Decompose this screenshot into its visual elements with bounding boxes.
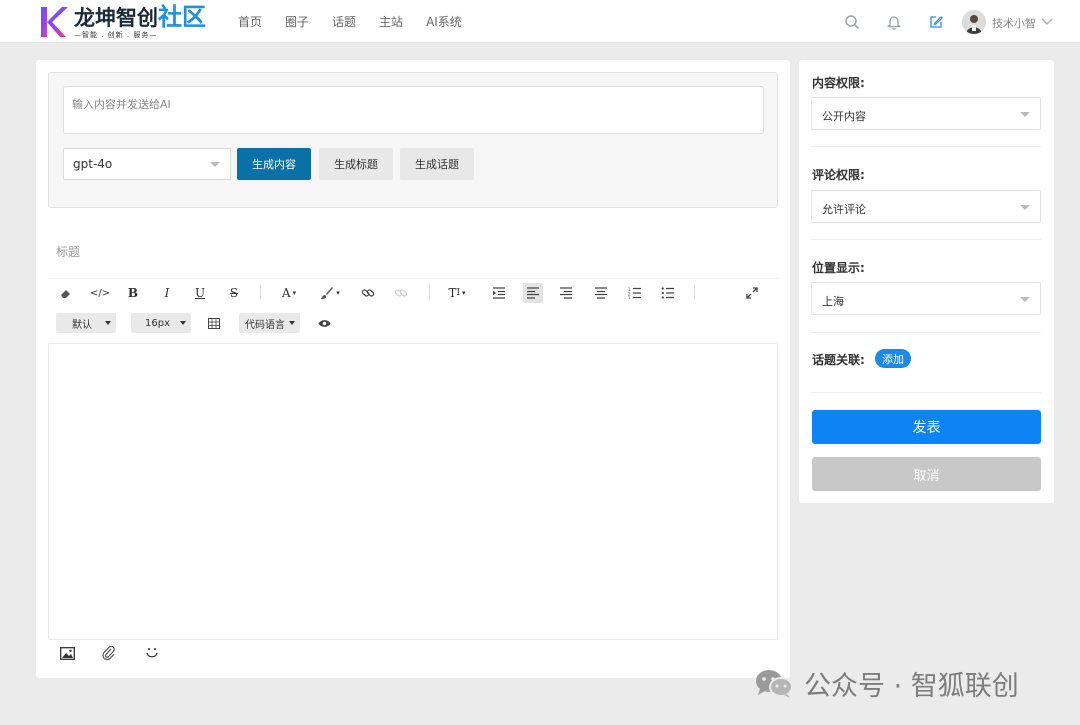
location-select[interactable]: 上海 <box>811 282 1041 315</box>
ai-prompt-input[interactable]: 输入内容并发送给AI <box>63 86 764 134</box>
logo-k-icon <box>38 5 68 39</box>
wechat-icon <box>754 668 794 700</box>
align-center-icon[interactable] <box>593 283 609 303</box>
fullscreen-icon[interactable] <box>744 283 760 303</box>
nav-item-main-site[interactable]: 主站 <box>379 13 403 30</box>
avatar[interactable] <box>962 10 986 34</box>
cancel-button[interactable]: 取消 <box>812 457 1041 491</box>
editor-toolbar: </> B I U S A ▾ ▾ T I ▾ 123 默认 16px 代码语言 <box>48 278 778 340</box>
generate-content-button[interactable]: 生成内容 <box>237 148 311 180</box>
model-select-value: gpt-4o <box>73 157 113 171</box>
content-permission-label: 内容权限: <box>812 76 865 90</box>
link-icon[interactable] <box>360 283 376 303</box>
strikethrough-icon[interactable]: S <box>227 283 241 303</box>
generate-topic-button[interactable]: 生成话题 <box>400 148 474 180</box>
font-family-value: 默认 <box>72 319 92 331</box>
italic-icon[interactable]: I <box>160 283 174 303</box>
eraser-icon[interactable] <box>58 283 74 303</box>
main-nav: 首页 圈子 话题 主站 AI系统 <box>238 13 485 30</box>
chevron-down-icon[interactable] <box>1040 13 1054 27</box>
location-value: 上海 <box>822 295 844 308</box>
content-permission-select[interactable]: 公开内容 <box>811 97 1041 130</box>
wechat-watermark: 公众号 · 智狐联创 <box>754 664 1019 703</box>
align-right-icon[interactable] <box>558 283 574 303</box>
site-logo[interactable]: 龙坤智创社区 —智能 . 创新 . 服务— <box>38 4 206 40</box>
ai-assistant-box: 输入内容并发送给AI gpt-4o 生成内容 生成标题 生成话题 <box>48 72 778 208</box>
code-icon[interactable]: </> <box>90 283 110 303</box>
username[interactable]: 技术小智 <box>992 15 1036 31</box>
svg-text:3: 3 <box>628 296 631 299</box>
align-left-icon[interactable] <box>523 283 543 303</box>
title-input[interactable]: 标题 <box>56 243 80 260</box>
editor-panel: 输入内容并发送给AI gpt-4o 生成内容 生成标题 生成话题 标题 </> … <box>36 60 790 678</box>
logo-main-text: 龙坤智创 <box>74 6 158 30</box>
top-navigation-bar: 龙坤智创社区 —智能 . 创新 . 服务— 首页 圈子 话题 主站 AI系统 技… <box>0 0 1080 43</box>
text-size-icon[interactable]: T I ▾ <box>444 283 470 303</box>
ordered-list-icon[interactable]: 123 <box>627 283 643 303</box>
comment-permission-select[interactable]: 允许评论 <box>811 190 1041 223</box>
logo-accent-text: 社区 <box>158 3 206 31</box>
nav-item-circles[interactable]: 圈子 <box>285 13 309 30</box>
image-icon[interactable] <box>60 645 76 661</box>
font-family-select[interactable]: 默认 <box>56 313 116 333</box>
underline-icon[interactable]: U <box>193 283 207 303</box>
nav-item-home[interactable]: 首页 <box>238 13 262 30</box>
add-topic-button[interactable]: 添加 <box>875 349 911 368</box>
model-select[interactable]: gpt-4o <box>63 148 231 180</box>
highlight-brush-icon[interactable]: ▾ <box>318 283 342 303</box>
editor-bottom-tools <box>60 645 161 663</box>
content-permission-value: 公开内容 <box>822 110 866 123</box>
publish-settings-panel: 内容权限: 公开内容 评论权限: 允许评论 位置显示: 上海 话题关联: 添加 … <box>799 60 1054 503</box>
code-language-select[interactable]: 代码语言 <box>239 313 300 333</box>
code-language-value: 代码语言 <box>245 319 285 331</box>
dropdown-arrow-icon <box>1020 297 1030 302</box>
dropdown-arrow-icon <box>1020 205 1030 210</box>
font-size-value: 16px <box>145 317 170 329</box>
bold-icon[interactable]: B <box>126 283 140 303</box>
table-icon[interactable] <box>206 313 222 333</box>
watermark-text: 公众号 · 智狐联创 <box>804 671 1019 702</box>
publish-button[interactable]: 发表 <box>812 410 1041 444</box>
nav-item-ai-system[interactable]: AI系统 <box>426 13 462 30</box>
comment-permission-value: 允许评论 <box>822 203 866 216</box>
unlink-icon[interactable] <box>393 283 409 303</box>
editor-content-area[interactable] <box>48 343 778 640</box>
edit-icon[interactable] <box>927 13 945 31</box>
emoji-icon[interactable] <box>145 645 161 661</box>
bell-icon[interactable] <box>885 13 903 31</box>
logo-slogan: —智能 . 创新 . 服务— <box>74 31 158 39</box>
attachment-icon[interactable] <box>102 645 118 661</box>
nav-item-topics[interactable]: 话题 <box>332 13 356 30</box>
dropdown-arrow-icon <box>1020 112 1030 117</box>
search-icon[interactable] <box>843 13 861 31</box>
topic-label: 话题关联: <box>812 353 865 367</box>
comment-permission-label: 评论权限: <box>812 168 865 182</box>
font-size-select[interactable]: 16px <box>131 313 191 333</box>
unordered-list-icon[interactable] <box>660 283 676 303</box>
location-label: 位置显示: <box>812 261 865 275</box>
font-color-icon[interactable]: A ▾ <box>278 283 300 303</box>
indent-icon[interactable] <box>491 283 507 303</box>
generate-title-button[interactable]: 生成标题 <box>319 148 393 180</box>
dropdown-arrow-icon <box>210 162 220 167</box>
preview-eye-icon[interactable] <box>316 313 332 333</box>
